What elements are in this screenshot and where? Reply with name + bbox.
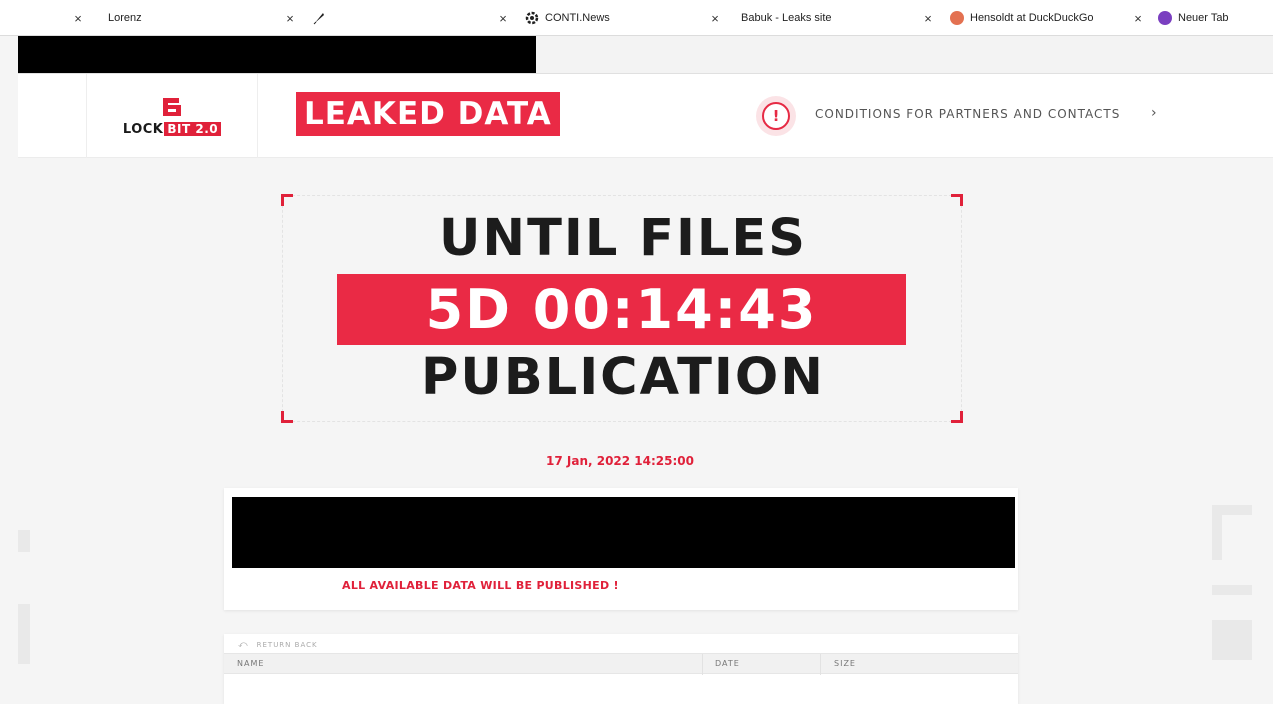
redacted-description [232, 497, 1015, 568]
close-icon[interactable]: × [707, 11, 723, 26]
site-header: LOCK BIT 2.0 LEAKED DATA ! CONDITIONS FO… [18, 74, 1273, 158]
leaked-data-heading: LEAKED DATA [296, 92, 560, 136]
gear-icon [525, 11, 539, 25]
column-header-date[interactable]: DATE [715, 659, 740, 668]
tab-label: CONTI.News [545, 12, 610, 24]
tab-label: Babuk - Leaks site [741, 12, 832, 24]
tab-lorenz[interactable]: × Lorenz [70, 0, 142, 36]
logo-accent: BIT 2.0 [164, 122, 222, 136]
corner-marker [281, 194, 293, 206]
generic-page-icon [96, 11, 102, 25]
duckduckgo-icon [950, 11, 964, 25]
quill-icon [312, 11, 326, 25]
countdown-heading-top: UNTIL FILES [439, 209, 807, 268]
corner-marker [951, 194, 963, 206]
close-icon[interactable]: × [495, 11, 511, 26]
close-icon[interactable]: × [282, 11, 298, 26]
countdown-panel: UNTIL FILES 5D 00:14:43 PUBLICATION [281, 194, 963, 423]
tab-label: Neuer Tab [1178, 12, 1229, 24]
tab-conti-news[interactable]: × CONTI.News [495, 0, 610, 36]
watermark-right [1212, 500, 1252, 704]
lockbit-logo-icon [160, 96, 184, 118]
new-tab-icon [1158, 11, 1172, 25]
back-arrow-icon: ⤺ [238, 640, 249, 650]
tab-label: Hensoldt at DuckDuckGo [970, 12, 1094, 24]
column-divider [702, 654, 703, 675]
tab-quill[interactable]: × [282, 0, 332, 36]
close-icon[interactable]: × [70, 11, 86, 26]
chevron-right-icon[interactable]: › [1151, 105, 1157, 121]
tab-label: Lorenz [108, 12, 142, 24]
column-header-size[interactable]: SIZE [834, 659, 856, 668]
files-table: ⤺ RETURN BACK NAME DATE SIZE [224, 634, 1018, 704]
publish-notice: ALL AVAILABLE DATA WILL BE PUBLISHED ! [342, 579, 619, 592]
address-bar[interactable] [18, 36, 1273, 74]
redacted-url [18, 36, 536, 73]
corner-marker [281, 411, 293, 423]
close-icon[interactable]: × [1130, 11, 1146, 26]
watermark-left [18, 500, 32, 704]
exclamation-icon: ! [762, 102, 790, 130]
return-back-link[interactable]: ⤺ RETURN BACK [238, 638, 318, 652]
tab-babuk[interactable]: × Babuk - Leaks site [707, 0, 832, 36]
tab-duckduckgo[interactable]: × Hensoldt at DuckDuckGo [920, 0, 1094, 36]
return-back-label: RETURN BACK [256, 641, 318, 649]
alert-icon[interactable]: ! [756, 96, 796, 136]
logo-wordmark: LOCK BIT 2.0 [122, 121, 222, 137]
lockbit-logo[interactable]: LOCK BIT 2.0 [86, 74, 258, 158]
tab-new-tab[interactable]: × Neuer Tab [1130, 0, 1229, 36]
table-header: NAME DATE SIZE [224, 653, 1018, 675]
countdown-heading-bottom: PUBLICATION [421, 348, 825, 407]
column-header-name[interactable]: NAME [237, 659, 264, 668]
countdown-timer: 5D 00:14:43 [337, 274, 906, 345]
column-divider [820, 654, 821, 675]
victim-info-card: ALL AVAILABLE DATA WILL BE PUBLISHED ! [224, 488, 1018, 610]
publication-date: 17 Jan, 2022 14:25:00 [546, 454, 694, 468]
corner-marker [951, 411, 963, 423]
close-icon[interactable]: × [920, 11, 936, 26]
browser-tab-strip: × Lorenz × × CONTI.News × Babuk - Leaks … [0, 0, 1273, 36]
logo-text: LOCK [122, 121, 164, 137]
conditions-link[interactable]: CONDITIONS FOR PARTNERS AND CONTACTS [815, 107, 1120, 121]
